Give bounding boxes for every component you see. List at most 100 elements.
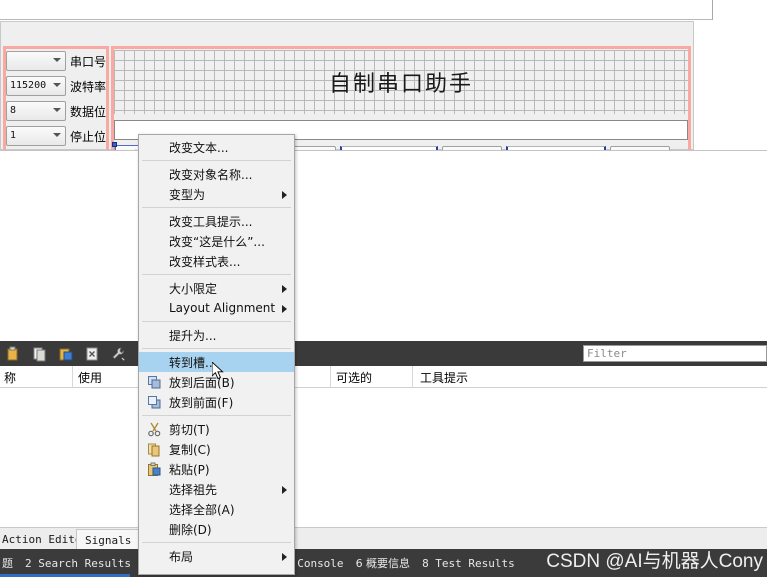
menu-item-select-all[interactable]: 选择全部(A) xyxy=(139,499,294,519)
menu-item-layout[interactable]: 布局 xyxy=(139,546,294,566)
menu-item-label: 布局 xyxy=(169,549,194,564)
column-divider[interactable] xyxy=(412,366,413,388)
menu-item-copy[interactable]: 复制(C) xyxy=(139,439,294,459)
menu-separator xyxy=(142,542,291,543)
menu-item-label: 粘贴(P) xyxy=(169,462,210,477)
column-header-optional[interactable]: 可选的 xyxy=(336,369,372,386)
paste-icon[interactable] xyxy=(2,343,26,365)
baud-row: 115200 波特率 xyxy=(6,74,106,98)
chevron-down-icon xyxy=(52,133,61,137)
submenu-arrow-icon xyxy=(282,305,287,313)
menu-item-label: 删除(D) xyxy=(169,522,212,537)
status-bar: 题 2 Search Results 3 Debugger Console 6 … xyxy=(0,549,767,577)
menu-item-promote-to[interactable]: 提升为... xyxy=(139,325,294,345)
paste-color-icon[interactable] xyxy=(54,343,78,365)
status-item-5[interactable]: 8 Test Results xyxy=(422,557,515,570)
canvas-top-blank xyxy=(0,0,713,20)
menu-item-change-stylesheet[interactable]: 改变样式表... xyxy=(139,251,294,271)
menu-item-change-object-name[interactable]: 改变对象名称... xyxy=(139,164,294,184)
context-menu[interactable]: 改变文本... 改变对象名称... 变型为 改变工具提示... 改变“这是什么”… xyxy=(138,134,295,575)
chevron-down-icon xyxy=(52,83,61,87)
menu-item-label: 复制(C) xyxy=(169,442,211,457)
middle-blank-panel xyxy=(0,150,767,340)
menu-separator xyxy=(142,160,291,161)
chevron-down-icon xyxy=(52,108,61,112)
menu-item-label: 放到前面(F) xyxy=(169,395,234,410)
port-combobox[interactable] xyxy=(6,51,66,71)
submenu-arrow-icon xyxy=(282,285,287,293)
menu-item-select-ancestor[interactable]: 选择祖先 xyxy=(139,479,294,499)
object-table-header: 称 使用 可选的 工具提示 xyxy=(0,366,767,388)
stopbits-label: 停止位 xyxy=(69,129,106,144)
menu-separator xyxy=(142,348,291,349)
receive-textedit[interactable]: 自制串口助手 xyxy=(114,50,688,114)
menu-item-delete[interactable]: 删除(D) xyxy=(139,519,294,539)
baud-label: 波特率 xyxy=(69,79,106,94)
menu-item-go-to-slot[interactable]: 转到槽... xyxy=(139,352,294,372)
menu-item-change-text[interactable]: 改变文本... xyxy=(139,137,294,157)
menu-item-label: Layout Alignment xyxy=(169,301,276,315)
form-preview[interactable]: 串口号 115200 波特率 8 数据位 1 停止位 自制串口助手 xyxy=(0,21,694,171)
menu-item-label: 放到后面(B) xyxy=(169,375,235,390)
menu-item-change-tooltip[interactable]: 改变工具提示... xyxy=(139,211,294,231)
databits-combobox[interactable]: 8 xyxy=(6,101,66,121)
column-header-name[interactable]: 称 xyxy=(4,369,16,386)
menu-item-label: 改变工具提示... xyxy=(169,214,253,229)
column-divider[interactable] xyxy=(330,366,331,388)
databits-label: 数据位 xyxy=(69,104,106,119)
bottom-tabstrip: Action Editor Signals xyxy=(0,527,767,550)
delete-x-icon[interactable] xyxy=(80,343,104,365)
submenu-arrow-icon xyxy=(282,191,287,199)
send-to-back-icon xyxy=(147,375,162,390)
menu-item-morph-into[interactable]: 变型为 xyxy=(139,184,294,204)
column-header-tooltip[interactable]: 工具提示 xyxy=(420,369,468,386)
menu-item-change-whats-this[interactable]: 改变“这是什么”... xyxy=(139,231,294,251)
menu-separator xyxy=(142,415,291,416)
menu-item-label: 剪切(T) xyxy=(169,422,210,437)
menu-item-label: 转到槽... xyxy=(169,355,217,370)
object-table-body[interactable] xyxy=(0,388,767,527)
menu-item-bring-to-front[interactable]: 放到前面(F) xyxy=(139,392,294,412)
stopbits-combobox[interactable]: 1 xyxy=(6,126,66,146)
configure-wrench-icon[interactable] xyxy=(106,343,130,365)
menu-item-label: 选择全部(A) xyxy=(169,502,235,517)
menu-item-label: 改变“这是什么”... xyxy=(169,234,265,249)
menu-item-layout-alignment[interactable]: Layout Alignment xyxy=(139,298,294,318)
menu-item-label: 改变对象名称... xyxy=(169,167,253,182)
menu-item-label: 改变文本... xyxy=(169,140,229,155)
menu-item-label: 大小限定 xyxy=(169,281,218,296)
menu-item-paste[interactable]: 粘贴(P) xyxy=(139,459,294,479)
copy-icon xyxy=(147,442,162,457)
tab-signals[interactable]: Signals xyxy=(76,529,141,550)
databits-row: 8 数据位 xyxy=(6,99,106,123)
menu-item-cut[interactable]: 剪切(T) xyxy=(139,419,294,439)
menu-item-send-to-back[interactable]: 放到后面(B) xyxy=(139,372,294,392)
status-item-0[interactable]: 题 xyxy=(2,555,13,571)
menu-separator xyxy=(142,207,291,208)
resize-handle-tl[interactable] xyxy=(112,142,117,147)
status-item-1[interactable]: 2 Search Results xyxy=(25,557,131,570)
port-label: 串口号 xyxy=(69,54,106,69)
cut-icon xyxy=(147,422,162,437)
menu-item-size-constraint[interactable]: 大小限定 xyxy=(139,278,294,298)
port-row: 串口号 xyxy=(6,49,106,73)
copy-page-icon[interactable] xyxy=(28,343,52,365)
menu-separator xyxy=(142,274,291,275)
submenu-arrow-icon xyxy=(282,553,287,561)
submenu-arrow-icon xyxy=(282,486,287,494)
form-title: 自制串口助手 xyxy=(328,72,473,97)
status-item-4[interactable]: 6 概要信息 xyxy=(356,555,411,571)
menu-item-label: 改变样式表... xyxy=(169,254,241,269)
baud-combobox[interactable]: 115200 xyxy=(6,76,66,96)
menu-separator xyxy=(142,321,291,322)
stopbits-row: 1 停止位 xyxy=(6,124,106,148)
chevron-down-icon xyxy=(52,58,61,62)
databits-combobox-value: 8 xyxy=(10,105,17,116)
canvas-right-gutter xyxy=(713,0,767,150)
column-divider[interactable] xyxy=(72,366,73,388)
menu-item-label: 提升为... xyxy=(169,328,217,343)
column-header-used[interactable]: 使用 xyxy=(78,369,102,386)
baud-combobox-value: 115200 xyxy=(10,80,47,91)
menu-item-label: 变型为 xyxy=(169,187,206,202)
filter-input[interactable]: Filter xyxy=(583,345,767,362)
